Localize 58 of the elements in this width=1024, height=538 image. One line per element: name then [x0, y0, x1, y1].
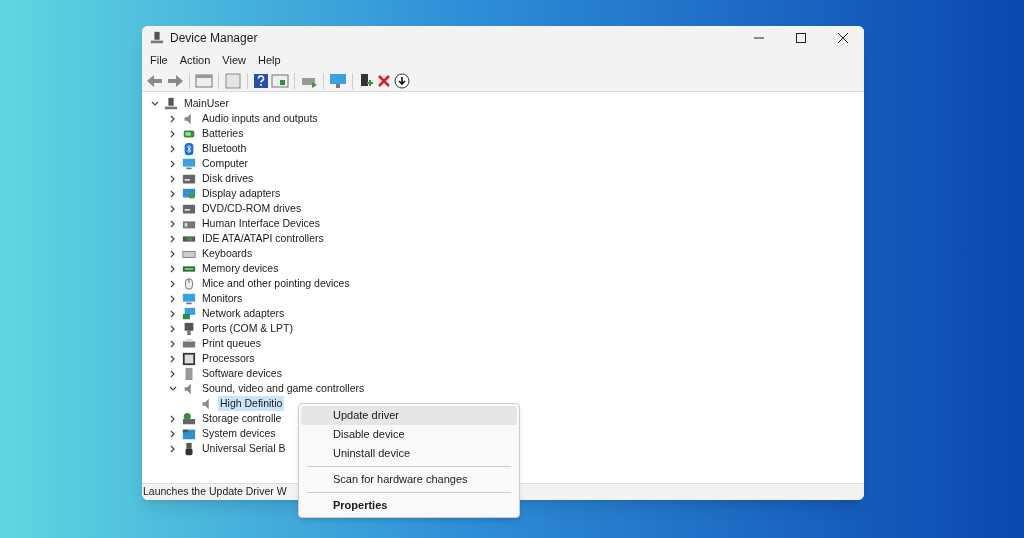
help-icon[interactable]: [253, 72, 269, 89]
monitor-icon: [182, 291, 196, 306]
menu-item[interactable]: View: [218, 51, 250, 69]
tree-item[interactable]: Computer: [200, 156, 251, 171]
monitor-icon: [182, 156, 196, 171]
status-text: Launches the Update Driver W: [142, 484, 287, 500]
tree-item[interactable]: Memory devices: [200, 261, 281, 276]
back-arrow-icon[interactable]: [146, 72, 164, 89]
tree-item[interactable]: System devices: [200, 426, 278, 441]
window-panel-icon[interactable]: [271, 72, 289, 89]
minimize-icon: [754, 37, 764, 39]
forward-arrow-icon[interactable]: [166, 72, 184, 89]
bluetooth-icon: [182, 141, 196, 156]
tree-item[interactable]: Display adapters: [200, 186, 283, 201]
context-menu-item[interactable]: Scan for hardware changes: [301, 470, 517, 489]
network-adapter-icon: [182, 306, 196, 321]
mouse-icon: [182, 276, 196, 291]
tree-item[interactable]: MainUser: [182, 96, 231, 111]
tree-item[interactable]: Disk drives: [200, 171, 256, 186]
menu-item[interactable]: Help: [253, 51, 285, 69]
tree-item[interactable]: Print queues: [200, 336, 263, 351]
network-computer-icon: [150, 31, 164, 45]
tree-item[interactable]: Batteries: [200, 126, 246, 141]
menu-item[interactable]: File: [146, 51, 172, 69]
window-title: Device Manager: [170, 30, 258, 47]
tree-item[interactable]: Sound, video and game controllers: [200, 381, 367, 396]
port-plug-icon: [182, 321, 196, 336]
tree-item[interactable]: Keyboards: [200, 246, 255, 261]
menu-item[interactable]: Action: [175, 51, 215, 69]
tree-item[interactable]: Universal Serial B: [200, 441, 288, 456]
processor-icon: [182, 351, 196, 366]
tree-item[interactable]: Mice and other pointing devices: [200, 276, 352, 291]
tree-item[interactable]: DVD/CD-ROM drives: [200, 201, 304, 216]
monitor-icon[interactable]: [329, 72, 347, 89]
context-menu-item[interactable]: Update driver: [301, 406, 517, 425]
tree-item[interactable]: Audio inputs and outputs: [200, 111, 320, 126]
tree-item[interactable]: Processors: [200, 351, 257, 366]
context-menu-item[interactable]: Disable device: [301, 425, 517, 444]
tree-item[interactable]: Ports (COM & LPT): [200, 321, 295, 336]
storage-controller-icon: [182, 411, 196, 426]
tree-item[interactable]: Bluetooth: [200, 141, 249, 156]
display-adapter-icon: [182, 186, 196, 201]
tree-item[interactable]: Software devices: [200, 366, 284, 381]
tree-item[interactable]: IDE ATA/ATAPI controllers: [200, 231, 326, 246]
close-icon: [838, 33, 848, 43]
maximize-icon: [796, 33, 806, 43]
download-arrow-icon[interactable]: [394, 72, 410, 89]
add-device-icon[interactable]: [358, 72, 374, 89]
tree-item[interactable]: High Definitio: [218, 396, 285, 411]
window-panel-icon[interactable]: [195, 72, 213, 89]
network-computer-icon: [164, 96, 178, 111]
tree-item[interactable]: Human Interface Devices: [200, 216, 322, 231]
tree-item[interactable]: Storage controlle: [200, 411, 284, 426]
context-menu-item[interactable]: Properties: [301, 496, 517, 515]
tree-item[interactable]: Network adapters: [200, 306, 287, 321]
context-menu-item[interactable]: Uninstall device: [301, 444, 517, 463]
tree-item[interactable]: Monitors: [200, 291, 245, 306]
close-x-icon[interactable]: [376, 72, 392, 89]
